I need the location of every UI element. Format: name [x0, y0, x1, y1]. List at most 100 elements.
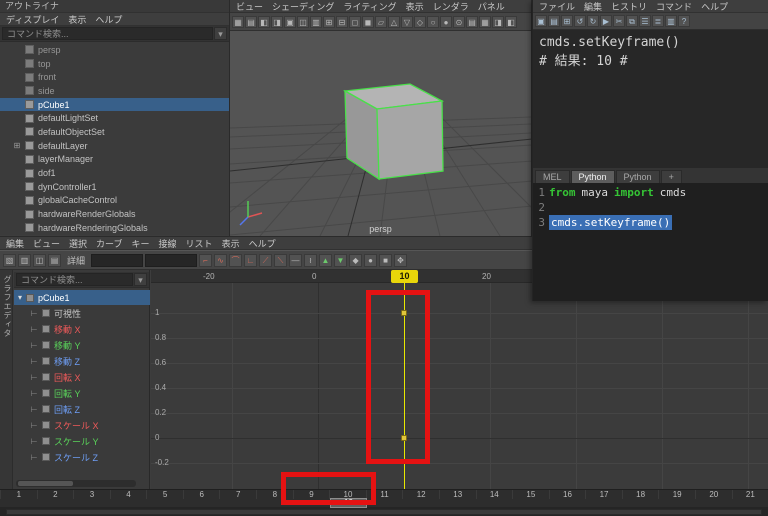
graph-editor-menu-item[interactable]: キー	[132, 237, 150, 250]
frame-number[interactable]: 18	[622, 490, 659, 499]
outliner-item[interactable]: globalCacheControl	[0, 194, 229, 208]
script-tool-icon[interactable]: ≣	[652, 15, 664, 27]
channel-row[interactable]: ⊢ 回転 Z	[14, 401, 150, 417]
script-tab[interactable]: MEL	[535, 170, 570, 183]
script-tab[interactable]: Python	[616, 170, 660, 183]
outliner-menu-item[interactable]: 表示	[68, 13, 86, 26]
channel-row[interactable]: ⊢ スケール X	[14, 417, 150, 433]
viewport-menu-item[interactable]: レンダラ	[433, 0, 469, 13]
key-tool-icon[interactable]: ◆	[349, 254, 362, 267]
script-tool-icon[interactable]: ▣	[535, 15, 547, 27]
viewport-tool-icon[interactable]: ▥	[310, 16, 322, 28]
script-editor-menu-item[interactable]: 編集	[584, 0, 602, 13]
range-bar[interactable]	[6, 509, 762, 515]
outliner-menu-item[interactable]: ディスプレイ	[6, 13, 59, 26]
script-tool-icon[interactable]: ▤	[548, 15, 560, 27]
script-tool-icon[interactable]: ▶	[600, 15, 612, 27]
frame-number[interactable]: 17	[585, 490, 622, 499]
key-tool-icon[interactable]: ●	[364, 254, 377, 267]
outliner-item[interactable]: ⊞ defaultLayer	[0, 139, 229, 153]
viewport-tool-icon[interactable]: ▽	[401, 16, 413, 28]
scrollbar-thumb[interactable]	[18, 481, 73, 486]
viewport-tool-icon[interactable]: ◨	[271, 16, 283, 28]
outliner-item[interactable]: side	[0, 84, 229, 98]
viewport-tool-icon[interactable]: ◧	[505, 16, 517, 28]
graph-tool-icon[interactable]: ▥	[18, 254, 31, 267]
script-editor-menu-item[interactable]: ヒストリ	[611, 0, 647, 13]
frame-number[interactable]: 8	[256, 490, 293, 499]
graph-editor-menu-item[interactable]: ヘルプ	[249, 237, 276, 250]
chevron-down-icon[interactable]: ▾	[134, 273, 147, 286]
graph-editor-tab[interactable]: グラフエディタ	[2, 275, 13, 338]
keyframe-dot[interactable]	[401, 435, 407, 441]
expand-icon[interactable]: ⊞	[13, 141, 21, 150]
script-input-area[interactable]: 1 from maya import cmds 2 3 cmds.setKeyf…	[533, 183, 768, 301]
frame-number[interactable]: 12	[402, 490, 439, 499]
tangent-tool-icon[interactable]: ≀	[304, 254, 317, 267]
viewport-tool-icon[interactable]: ▤	[245, 16, 257, 28]
current-frame-marker[interactable]: 10	[330, 498, 367, 508]
script-tab[interactable]: +	[661, 170, 682, 183]
outliner-item[interactable]: top	[0, 57, 229, 71]
script-tool-icon[interactable]: ▥	[665, 15, 677, 27]
outliner-item[interactable]: defaultLightSet	[0, 111, 229, 125]
tangent-tool-icon[interactable]: ⟋	[259, 254, 272, 267]
script-tool-icon[interactable]: ?	[678, 15, 690, 27]
script-tool-icon[interactable]: ⊞	[561, 15, 573, 27]
viewport-tool-icon[interactable]: ○	[427, 16, 439, 28]
tangent-tool-icon[interactable]: ∟	[244, 254, 257, 267]
frame-number[interactable]: 19	[658, 490, 695, 499]
current-time-tag[interactable]: 10	[391, 270, 418, 283]
tangent-tool-icon[interactable]: —	[289, 254, 302, 267]
key-tool-icon[interactable]: ■	[379, 254, 392, 267]
viewport-menu-item[interactable]: 表示	[406, 0, 424, 13]
frame-number[interactable]: 2	[37, 490, 74, 499]
cube-object[interactable]	[345, 84, 443, 179]
channel-row[interactable]: ⊢ スケール Y	[14, 433, 150, 449]
viewport-tool-icon[interactable]: ●	[440, 16, 452, 28]
outliner-item[interactable]: persp	[0, 43, 229, 57]
viewport-tool-icon[interactable]: ⊙	[453, 16, 465, 28]
tangent-tool-icon[interactable]: ⌒	[229, 254, 242, 267]
frame-number[interactable]: 20	[695, 490, 732, 499]
viewport-tool-icon[interactable]: ⊞	[323, 16, 335, 28]
viewport-menu-item[interactable]: シェーディング	[272, 0, 334, 13]
graph-tool-icon[interactable]: ◫	[33, 254, 46, 267]
graph-tool-icon[interactable]: ▤	[48, 254, 61, 267]
frame-number[interactable]: 3	[73, 490, 110, 499]
frame-number[interactable]: 15	[512, 490, 549, 499]
graph-editor-menu-item[interactable]: 表示	[222, 237, 240, 250]
channel-row[interactable]: ⊢ 回転 X	[14, 369, 150, 385]
curve-plot-area[interactable]: 10.80.60.40.20-0.2 -20020 10	[151, 270, 768, 489]
chevron-down-icon[interactable]: ▾	[214, 27, 227, 40]
viewport-tool-icon[interactable]: ◧	[258, 16, 270, 28]
outliner-item[interactable]: dynController1	[0, 180, 229, 194]
viewport-menu-item[interactable]: ライティング	[343, 0, 396, 13]
outliner-menu-item[interactable]: ヘルプ	[95, 13, 122, 26]
viewport-tool-icon[interactable]: ▤	[466, 16, 478, 28]
viewport-tool-icon[interactable]: ◇	[414, 16, 426, 28]
script-tool-icon[interactable]: ↻	[587, 15, 599, 27]
keyframe-dot[interactable]	[401, 310, 407, 316]
range-slider[interactable]	[0, 507, 768, 516]
frame-number[interactable]: 1	[0, 490, 37, 499]
viewport-tool-icon[interactable]: ◨	[492, 16, 504, 28]
frame-number[interactable]: 11	[366, 490, 403, 499]
frame-number[interactable]: 16	[549, 490, 586, 499]
graph-editor-menu-item[interactable]: リスト	[186, 237, 213, 250]
outliner-item[interactable]: hardwareRenderGlobals	[0, 207, 229, 221]
viewport-canvas[interactable]: persp	[230, 31, 531, 236]
channel-row[interactable]: ⊢ スケール Z	[14, 449, 150, 465]
channel-row[interactable]: ⊢ 回転 Y	[14, 385, 150, 401]
graph-editor-menu-item[interactable]: カーブ	[96, 237, 122, 250]
time-slider[interactable]: 123456789101112131415161718192021 10	[0, 489, 768, 507]
viewport-tool-icon[interactable]: ◼	[362, 16, 374, 28]
key-tool-icon[interactable]: ▲	[319, 254, 332, 267]
collapse-arrow-icon[interactable]: ▾	[18, 293, 22, 302]
viewport-menu-item[interactable]: ビュー	[236, 0, 263, 13]
viewport-menu-item[interactable]: パネル	[478, 0, 505, 13]
script-editor-menu-item[interactable]: ファイル	[539, 0, 575, 13]
viewport-tool-icon[interactable]: ⊟	[336, 16, 348, 28]
channel-row[interactable]: ⊢ 移動 X	[14, 321, 150, 337]
script-tool-icon[interactable]: ⧉	[626, 15, 638, 27]
